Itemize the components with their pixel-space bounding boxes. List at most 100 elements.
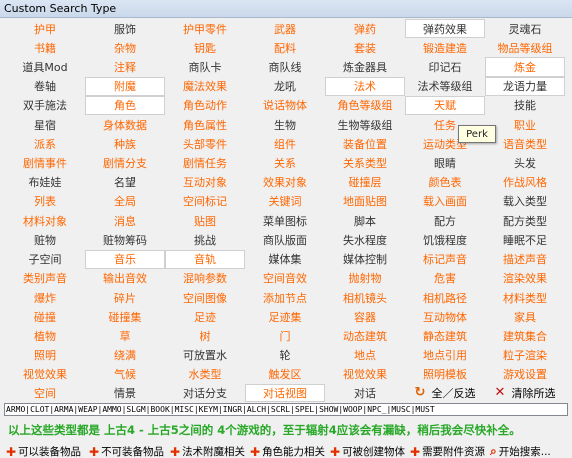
type-option[interactable]: 商队卡: [165, 57, 245, 77]
type-option[interactable]: 材料对象: [5, 211, 85, 231]
type-option[interactable]: 游戏设置: [485, 364, 565, 384]
type-option[interactable]: 家具: [485, 307, 565, 327]
type-option[interactable]: 灵魂石: [485, 19, 565, 39]
type-option[interactable]: 子空间: [5, 249, 85, 269]
filter-non-equippable-button[interactable]: ✚ 不可装备物品: [89, 444, 164, 458]
type-option[interactable]: 商队版面: [245, 230, 325, 250]
type-option[interactable]: 描述声音: [485, 249, 565, 269]
type-option[interactable]: 粒子渲染: [485, 345, 565, 365]
type-option[interactable]: 剧情任务: [165, 153, 245, 173]
type-codes-field[interactable]: ARMO|CLOT|ARMA|WEAP|AMMO|SLGM|BOOK|MISC|…: [4, 403, 568, 416]
type-option[interactable]: 种族: [85, 134, 165, 154]
type-option[interactable]: 碰撞: [5, 307, 85, 327]
type-option[interactable]: 炼金: [485, 57, 565, 77]
type-option[interactable]: 混响参数: [165, 268, 245, 288]
type-option[interactable]: 空间标记: [165, 191, 245, 212]
type-option[interactable]: 配方: [405, 211, 485, 231]
type-option[interactable]: 关系类型: [325, 153, 405, 173]
type-option[interactable]: 门: [245, 326, 325, 346]
select-all-toggle-button[interactable]: ↻ 全／反选: [405, 383, 485, 402]
type-option[interactable]: 失水程度: [325, 230, 405, 250]
type-option[interactable]: 护甲: [5, 19, 85, 39]
type-option[interactable]: 碰撞集: [85, 307, 165, 327]
type-option[interactable]: 说话物体: [245, 95, 325, 116]
type-option[interactable]: 服饰: [85, 19, 165, 39]
type-option[interactable]: 绕满: [85, 345, 165, 365]
type-option[interactable]: 书籍: [5, 38, 85, 58]
type-option[interactable]: 危害: [405, 268, 485, 288]
type-option[interactable]: 轮: [245, 345, 325, 365]
type-option[interactable]: 龙吼: [245, 76, 325, 96]
filter-spell-enchant-button[interactable]: ✚ 法术附魔相关: [170, 444, 245, 458]
type-option[interactable]: 碎片: [85, 287, 165, 308]
type-option[interactable]: 空间: [5, 383, 85, 402]
type-option[interactable]: 弹药效果: [405, 19, 485, 39]
type-option[interactable]: 抛射物: [325, 268, 405, 288]
type-option[interactable]: 对话分支: [165, 383, 245, 402]
type-option[interactable]: 角色: [85, 95, 165, 116]
type-option[interactable]: 草: [85, 326, 165, 346]
type-option[interactable]: 剧情事件: [5, 153, 85, 173]
type-option[interactable]: 名望: [85, 172, 165, 192]
type-option[interactable]: 赃物: [5, 230, 85, 250]
type-option[interactable]: 情景: [85, 383, 165, 402]
type-option[interactable]: 魔法效果: [165, 76, 245, 96]
type-option[interactable]: 照明模板: [405, 364, 485, 384]
type-option[interactable]: 地点引用: [405, 345, 485, 365]
type-option[interactable]: 类别声音: [5, 268, 85, 288]
filter-attachment-button[interactable]: ✚ 需要附件资源: [410, 444, 485, 458]
type-option[interactable]: 对话: [325, 383, 405, 402]
type-option[interactable]: 套装: [325, 38, 405, 58]
type-option[interactable]: 视觉效果: [5, 364, 85, 384]
type-option[interactable]: 足迹: [165, 307, 245, 327]
type-option[interactable]: 剧情分支: [85, 153, 165, 173]
type-option[interactable]: 容器: [325, 307, 405, 327]
type-option[interactable]: 关键词: [245, 191, 325, 212]
type-option[interactable]: 效果对象: [245, 172, 325, 192]
type-option[interactable]: 相机路径: [405, 287, 485, 308]
type-option[interactable]: 弹药: [325, 19, 405, 39]
type-option[interactable]: 音轨: [165, 249, 245, 269]
type-option[interactable]: 互动物体: [405, 307, 485, 327]
type-option[interactable]: 注释: [85, 57, 165, 77]
type-option[interactable]: 水类型: [165, 364, 245, 384]
filter-actor-ability-button[interactable]: ✚ 角色能力相关: [250, 444, 325, 458]
type-option[interactable]: 载入画面: [405, 191, 485, 212]
type-option[interactable]: 装备位置: [325, 134, 405, 154]
type-option[interactable]: 技能: [485, 95, 565, 116]
type-option[interactable]: 触发区: [245, 364, 325, 384]
type-option[interactable]: 媒体集: [245, 249, 325, 269]
type-option[interactable]: 建筑集合: [485, 326, 565, 346]
type-option[interactable]: 菜单图标: [245, 211, 325, 231]
type-option[interactable]: 锻造建造: [405, 38, 485, 58]
type-option[interactable]: 派系: [5, 134, 85, 154]
type-option[interactable]: 附魔: [85, 76, 165, 96]
type-option[interactable]: 贴图: [165, 211, 245, 231]
type-option[interactable]: 印记石: [405, 57, 485, 77]
type-option[interactable]: 职业: [485, 115, 565, 135]
type-option[interactable]: 头部零件: [165, 134, 245, 154]
type-option[interactable]: 布娃娃: [5, 172, 85, 192]
type-option[interactable]: 可放置水: [165, 345, 245, 365]
type-option[interactable]: 颜色表: [405, 172, 485, 192]
type-option[interactable]: 组件: [245, 134, 325, 154]
type-option[interactable]: 视觉效果: [325, 364, 405, 384]
type-option[interactable]: 媒体控制: [325, 249, 405, 269]
type-option[interactable]: 法术等级组: [405, 76, 485, 96]
type-option[interactable]: 生物等级组: [325, 115, 405, 135]
type-option[interactable]: 法术: [325, 76, 405, 96]
type-option[interactable]: 树: [165, 326, 245, 346]
start-search-button[interactable]: ⌕ 开始搜索...: [490, 444, 551, 458]
type-option[interactable]: 炼金器具: [325, 57, 405, 77]
type-option[interactable]: 作战风格: [485, 172, 565, 192]
type-option[interactable]: 地点: [325, 345, 405, 365]
type-option[interactable]: 角色属性: [165, 115, 245, 135]
filter-equippable-button[interactable]: ✚ 可以装备物品: [6, 444, 81, 458]
type-option[interactable]: 地面贴图: [325, 191, 405, 212]
type-option[interactable]: 道具Mod: [5, 57, 85, 77]
type-option[interactable]: 互动对象: [165, 172, 245, 192]
type-option[interactable]: 植物: [5, 326, 85, 346]
type-option[interactable]: 武器: [245, 19, 325, 39]
type-option[interactable]: 材料类型: [485, 287, 565, 308]
type-option[interactable]: 标记声音: [405, 249, 485, 269]
